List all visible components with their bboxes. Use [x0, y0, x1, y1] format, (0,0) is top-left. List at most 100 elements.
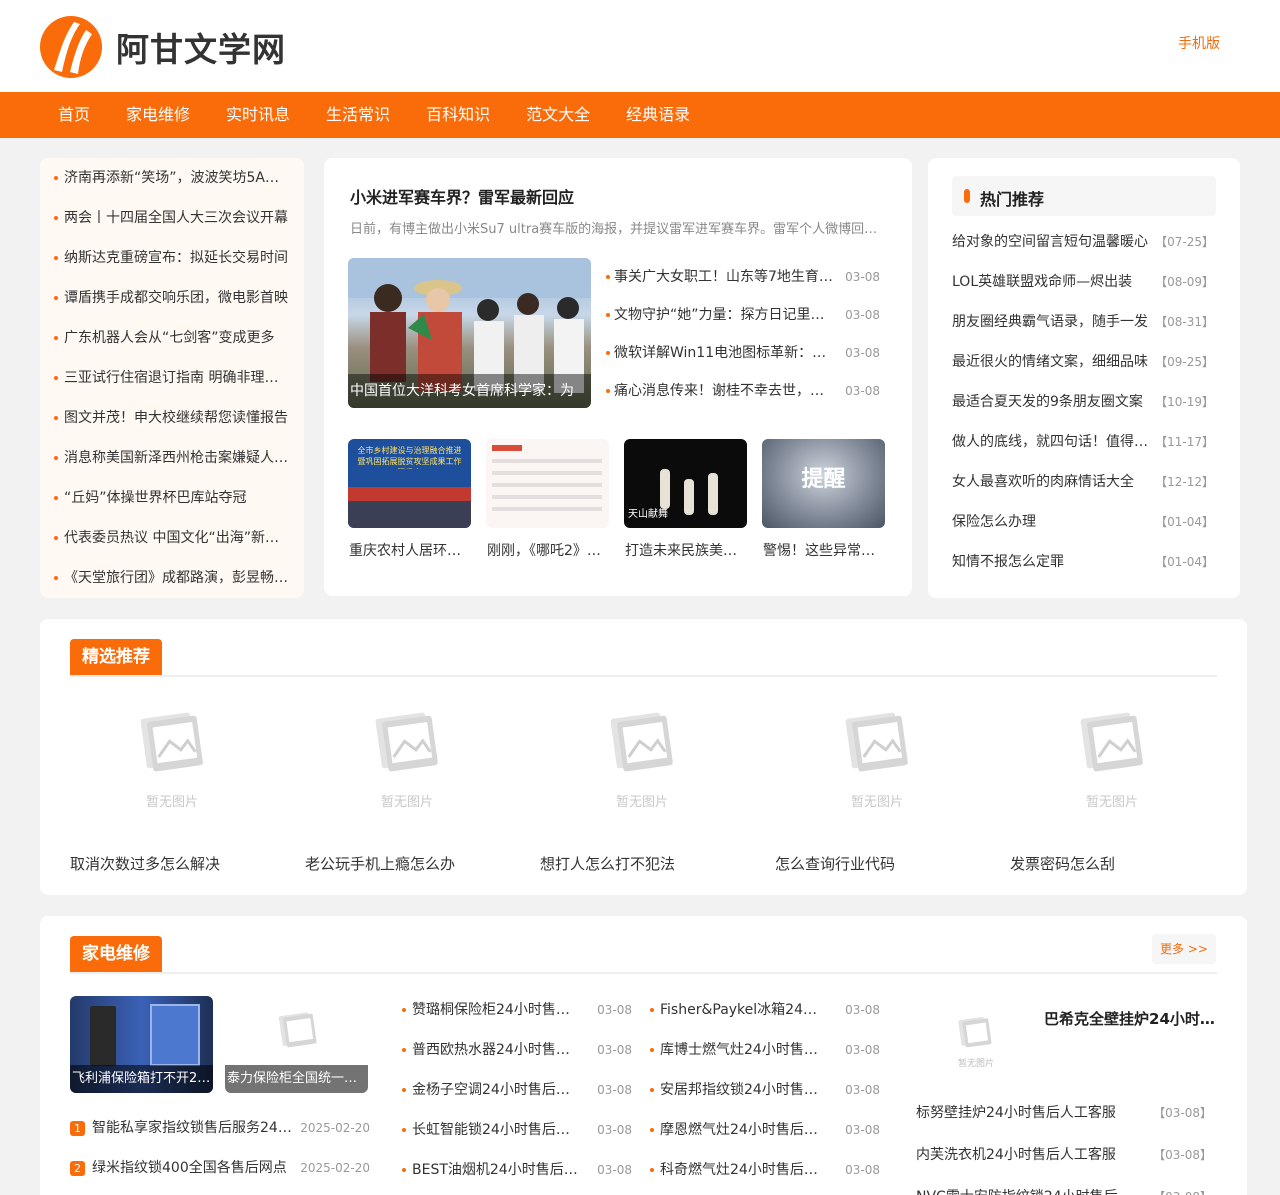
- featured-title[interactable]: 发票密码怎么刮: [1010, 853, 1245, 874]
- nav-life-tips[interactable]: 生活常识: [308, 92, 408, 138]
- thumbnail-card[interactable]: 天山献舞 打造未来民族美育新样态: [624, 439, 748, 560]
- appliance-title[interactable]: 安居邦指纹锁24小时售后服务: [650, 1070, 830, 1110]
- list-item[interactable]: 知情不报怎么定罪 【01-04】: [952, 542, 1214, 582]
- list-item[interactable]: Fisher&Paykel冰箱24小时售后 03-08: [650, 990, 880, 1030]
- no-image-placeholder[interactable]: 暂无图片: [936, 1008, 1016, 1069]
- thumbnail-image[interactable]: 天山献舞: [624, 439, 747, 528]
- news-title[interactable]: 微软详解Win11电池图标革新：更直观: [606, 334, 834, 372]
- featured-title[interactable]: 老公玩手机上瘾怎么办: [305, 853, 540, 874]
- list-item[interactable]: 安居邦指纹锁24小时售后服务 03-08: [650, 1070, 880, 1110]
- list-item[interactable]: 济南再添新“笑场”，波波笑坊5A空间即将开业: [54, 158, 290, 198]
- more-button[interactable]: 更多 >>: [1152, 934, 1216, 964]
- list-item[interactable]: 痛心消息传来！谢桂不幸去世，享年 03-08: [606, 372, 880, 410]
- side-feature-title[interactable]: 巴希克全壁挂炉24小时售后服务: [1044, 1008, 1216, 1029]
- list-item[interactable]: 三亚试行住宿退订指南 明确非理性定价: [54, 358, 290, 398]
- list-item[interactable]: 消息称美国新泽西州枪击案嫌疑人落网: [54, 438, 290, 478]
- hot-item-title[interactable]: LOL英雄联盟戏命师—烬出装: [952, 262, 1152, 302]
- site-logo[interactable]: 阿甘文学网: [40, 16, 286, 78]
- list-item[interactable]: 给对象的空间留言短句温馨暖心 【07-25】: [952, 222, 1214, 262]
- headline-image[interactable]: 中国首位大洋科考女首席科学家：为: [348, 258, 591, 408]
- ranked-title[interactable]: 绿米指纹锁400全国各售后网点: [92, 1148, 300, 1188]
- thumbnail-card[interactable]: 提醒 警惕！这些异常情况要注意: [762, 439, 886, 560]
- news-title[interactable]: 痛心消息传来！谢桂不幸去世，享年: [606, 372, 834, 410]
- hot-item-title[interactable]: 女人最喜欢听的肉麻情话大全: [952, 462, 1152, 502]
- list-item[interactable]: 普西欧热水器24小时售后服务 03-08: [402, 1030, 632, 1070]
- appliance-image-card[interactable]: 飞利浦保险箱打不开24小时售后: [70, 996, 213, 1093]
- nav-appliance-repair[interactable]: 家电维修: [108, 92, 208, 138]
- hot-item-title[interactable]: 最近很火的情绪文案，细细品味: [952, 342, 1152, 382]
- appliance-title[interactable]: 普西欧热水器24小时售后服务: [402, 1030, 582, 1070]
- list-item[interactable]: 2 绿米指纹锁400全国各售后网点 2025-02-20: [70, 1148, 370, 1188]
- appliance-title[interactable]: Fisher&Paykel冰箱24小时售后: [650, 990, 830, 1030]
- list-item[interactable]: 库博士燃气灶24小时售后服务 03-08: [650, 1030, 880, 1070]
- news-title[interactable]: 文物守护“她”力量：探方日记里的青春: [606, 296, 834, 334]
- list-item[interactable]: 最近很火的情绪文案，细细品味 【09-25】: [952, 342, 1214, 382]
- headline-title[interactable]: 小米进军赛车界？雷军最新回应: [350, 184, 574, 208]
- list-item[interactable]: 摩恩燃气灶24小时售后服务电话 03-08: [650, 1110, 880, 1150]
- no-image-placeholder[interactable]: 暂无图片: [357, 699, 457, 810]
- thumbnail-image[interactable]: 全市乡村建设与治理融合推进暨巩固拓展脱贫攻坚成果工作现场会: [348, 439, 471, 528]
- thumbnail-title[interactable]: 刚刚，《哪吒2》票房再创新高: [486, 540, 606, 560]
- featured-title[interactable]: 取消次数过多怎么解决: [70, 853, 305, 874]
- list-item[interactable]: 两会丨十四届全国人大三次会议开幕: [54, 198, 290, 238]
- list-item[interactable]: 1 智能私享家指纹锁售后服务24小时 2025-02-20: [70, 1108, 370, 1148]
- hot-item-title[interactable]: 朋友圈经典霸气语录，随手一发: [952, 302, 1152, 342]
- list-item[interactable]: 图文并茂！申大校继续帮您读懂报告: [54, 398, 290, 438]
- featured-card[interactable]: 暂无图片 发票密码怎么刮: [1010, 699, 1245, 874]
- appliance-title[interactable]: 摩恩燃气灶24小时售后服务电话: [650, 1110, 830, 1150]
- thumbnail-title[interactable]: 重庆农村人居环境整治: [348, 540, 468, 560]
- nav-quotes[interactable]: 经典语录: [608, 92, 708, 138]
- featured-card[interactable]: 暂无图片 怎么查询行业代码: [775, 699, 1010, 874]
- no-image-placeholder[interactable]: 暂无图片: [592, 699, 692, 810]
- list-item[interactable]: 做人的底线，就四句话！值得一读 【11-17】: [952, 422, 1214, 462]
- list-item[interactable]: 保险怎么办理 【01-04】: [952, 502, 1214, 542]
- appliance-title[interactable]: 长虹智能锁24小时售后服务电话: [402, 1110, 582, 1150]
- nav-encyclopedia[interactable]: 百科知识: [408, 92, 508, 138]
- list-item[interactable]: 长虹智能锁24小时售后服务电话 03-08: [402, 1110, 632, 1150]
- no-image-placeholder[interactable]: 暂无图片: [827, 699, 927, 810]
- list-item[interactable]: 女人最喜欢听的肉麻情话大全 【12-12】: [952, 462, 1214, 502]
- list-item[interactable]: BEST油烟机24小时售后服务 03-08: [402, 1150, 632, 1190]
- list-item[interactable]: 朋友圈经典霸气语录，随手一发 【08-31】: [952, 302, 1214, 342]
- nav-home[interactable]: 首页: [40, 92, 108, 138]
- no-image-placeholder[interactable]: 暂无图片: [1062, 699, 1162, 810]
- hot-item-title[interactable]: 最适合夏天发的9条朋友圈文案: [952, 382, 1152, 422]
- thumbnail-image[interactable]: [486, 439, 609, 528]
- list-item[interactable]: 标努壁挂炉24小时售后人工客服 【03-08】: [916, 1092, 1212, 1134]
- thumbnail-image[interactable]: 提醒: [762, 439, 885, 528]
- side-item-title[interactable]: 内芙洗衣机24小时售后人工客服: [916, 1134, 1126, 1176]
- list-item[interactable]: 最适合夏天发的9条朋友圈文案 【10-19】: [952, 382, 1214, 422]
- side-item-title[interactable]: NVC雷士安防指纹锁24小时售后: [916, 1176, 1126, 1195]
- thumbnail-title[interactable]: 警惕！这些异常情况要注意: [762, 540, 882, 560]
- thumbnail-card[interactable]: 刚刚，《哪吒2》票房再创新高: [486, 439, 610, 560]
- list-item[interactable]: NVC雷士安防指纹锁24小时售后【03-08】: [916, 1176, 1212, 1195]
- appliance-title[interactable]: 金杨子空调24小时售后服务电话: [402, 1070, 582, 1110]
- featured-title[interactable]: 怎么查询行业代码: [775, 853, 1010, 874]
- appliance-image-card[interactable]: 泰力保险柜全国统一售后服务: [225, 996, 368, 1093]
- list-item[interactable]: 微软详解Win11电池图标革新：更直观 03-08: [606, 334, 880, 372]
- nav-essays[interactable]: 范文大全: [508, 92, 608, 138]
- appliance-title[interactable]: BEST油烟机24小时售后服务: [402, 1150, 582, 1190]
- list-item[interactable]: 科奇燃气灶24小时售后服务电话 03-08: [650, 1150, 880, 1190]
- hot-item-title[interactable]: 给对象的空间留言短句温馨暖心: [952, 222, 1152, 262]
- appliance-title[interactable]: 库博士燃气灶24小时售后服务: [650, 1030, 830, 1070]
- list-item[interactable]: 《天堂旅行团》成都路演，彭昱畅现身: [54, 558, 290, 598]
- ranked-title[interactable]: 智能私享家指纹锁售后服务24小时: [92, 1108, 300, 1148]
- thumbnail-card[interactable]: 全市乡村建设与治理融合推进暨巩固拓展脱贫攻坚成果工作现场会 重庆农村人居环境整治: [348, 439, 472, 560]
- mobile-version-link[interactable]: 手机版: [1178, 33, 1220, 53]
- news-title[interactable]: 事关广大女职工！山东等7地生育津贴新规: [606, 258, 834, 296]
- hot-item-title[interactable]: 做人的底线，就四句话！值得一读: [952, 422, 1152, 462]
- featured-title[interactable]: 想打人怎么打不犯法: [540, 853, 775, 874]
- list-item[interactable]: 金杨子空调24小时售后服务电话 03-08: [402, 1070, 632, 1110]
- side-item-title[interactable]: 标努壁挂炉24小时售后人工客服: [916, 1092, 1126, 1134]
- list-item[interactable]: 内芙洗衣机24小时售后人工客服 【03-08】: [916, 1134, 1212, 1176]
- list-item[interactable]: “丘妈”体操世界杯巴库站夺冠: [54, 478, 290, 518]
- featured-card[interactable]: 暂无图片 老公玩手机上瘾怎么办: [305, 699, 540, 874]
- list-item[interactable]: 赞璐桐保险柜24小时售后服务 03-08: [402, 990, 632, 1030]
- appliance-title[interactable]: 赞璐桐保险柜24小时售后服务: [402, 990, 582, 1030]
- appliance-title[interactable]: 科奇燃气灶24小时售后服务电话: [650, 1150, 830, 1190]
- featured-card[interactable]: 暂无图片 想打人怎么打不犯法: [540, 699, 775, 874]
- hot-item-title[interactable]: 知情不报怎么定罪: [952, 542, 1152, 582]
- list-item[interactable]: 纳斯达克重磅宣布：拟延长交易时间: [54, 238, 290, 278]
- nav-news[interactable]: 实时讯息: [208, 92, 308, 138]
